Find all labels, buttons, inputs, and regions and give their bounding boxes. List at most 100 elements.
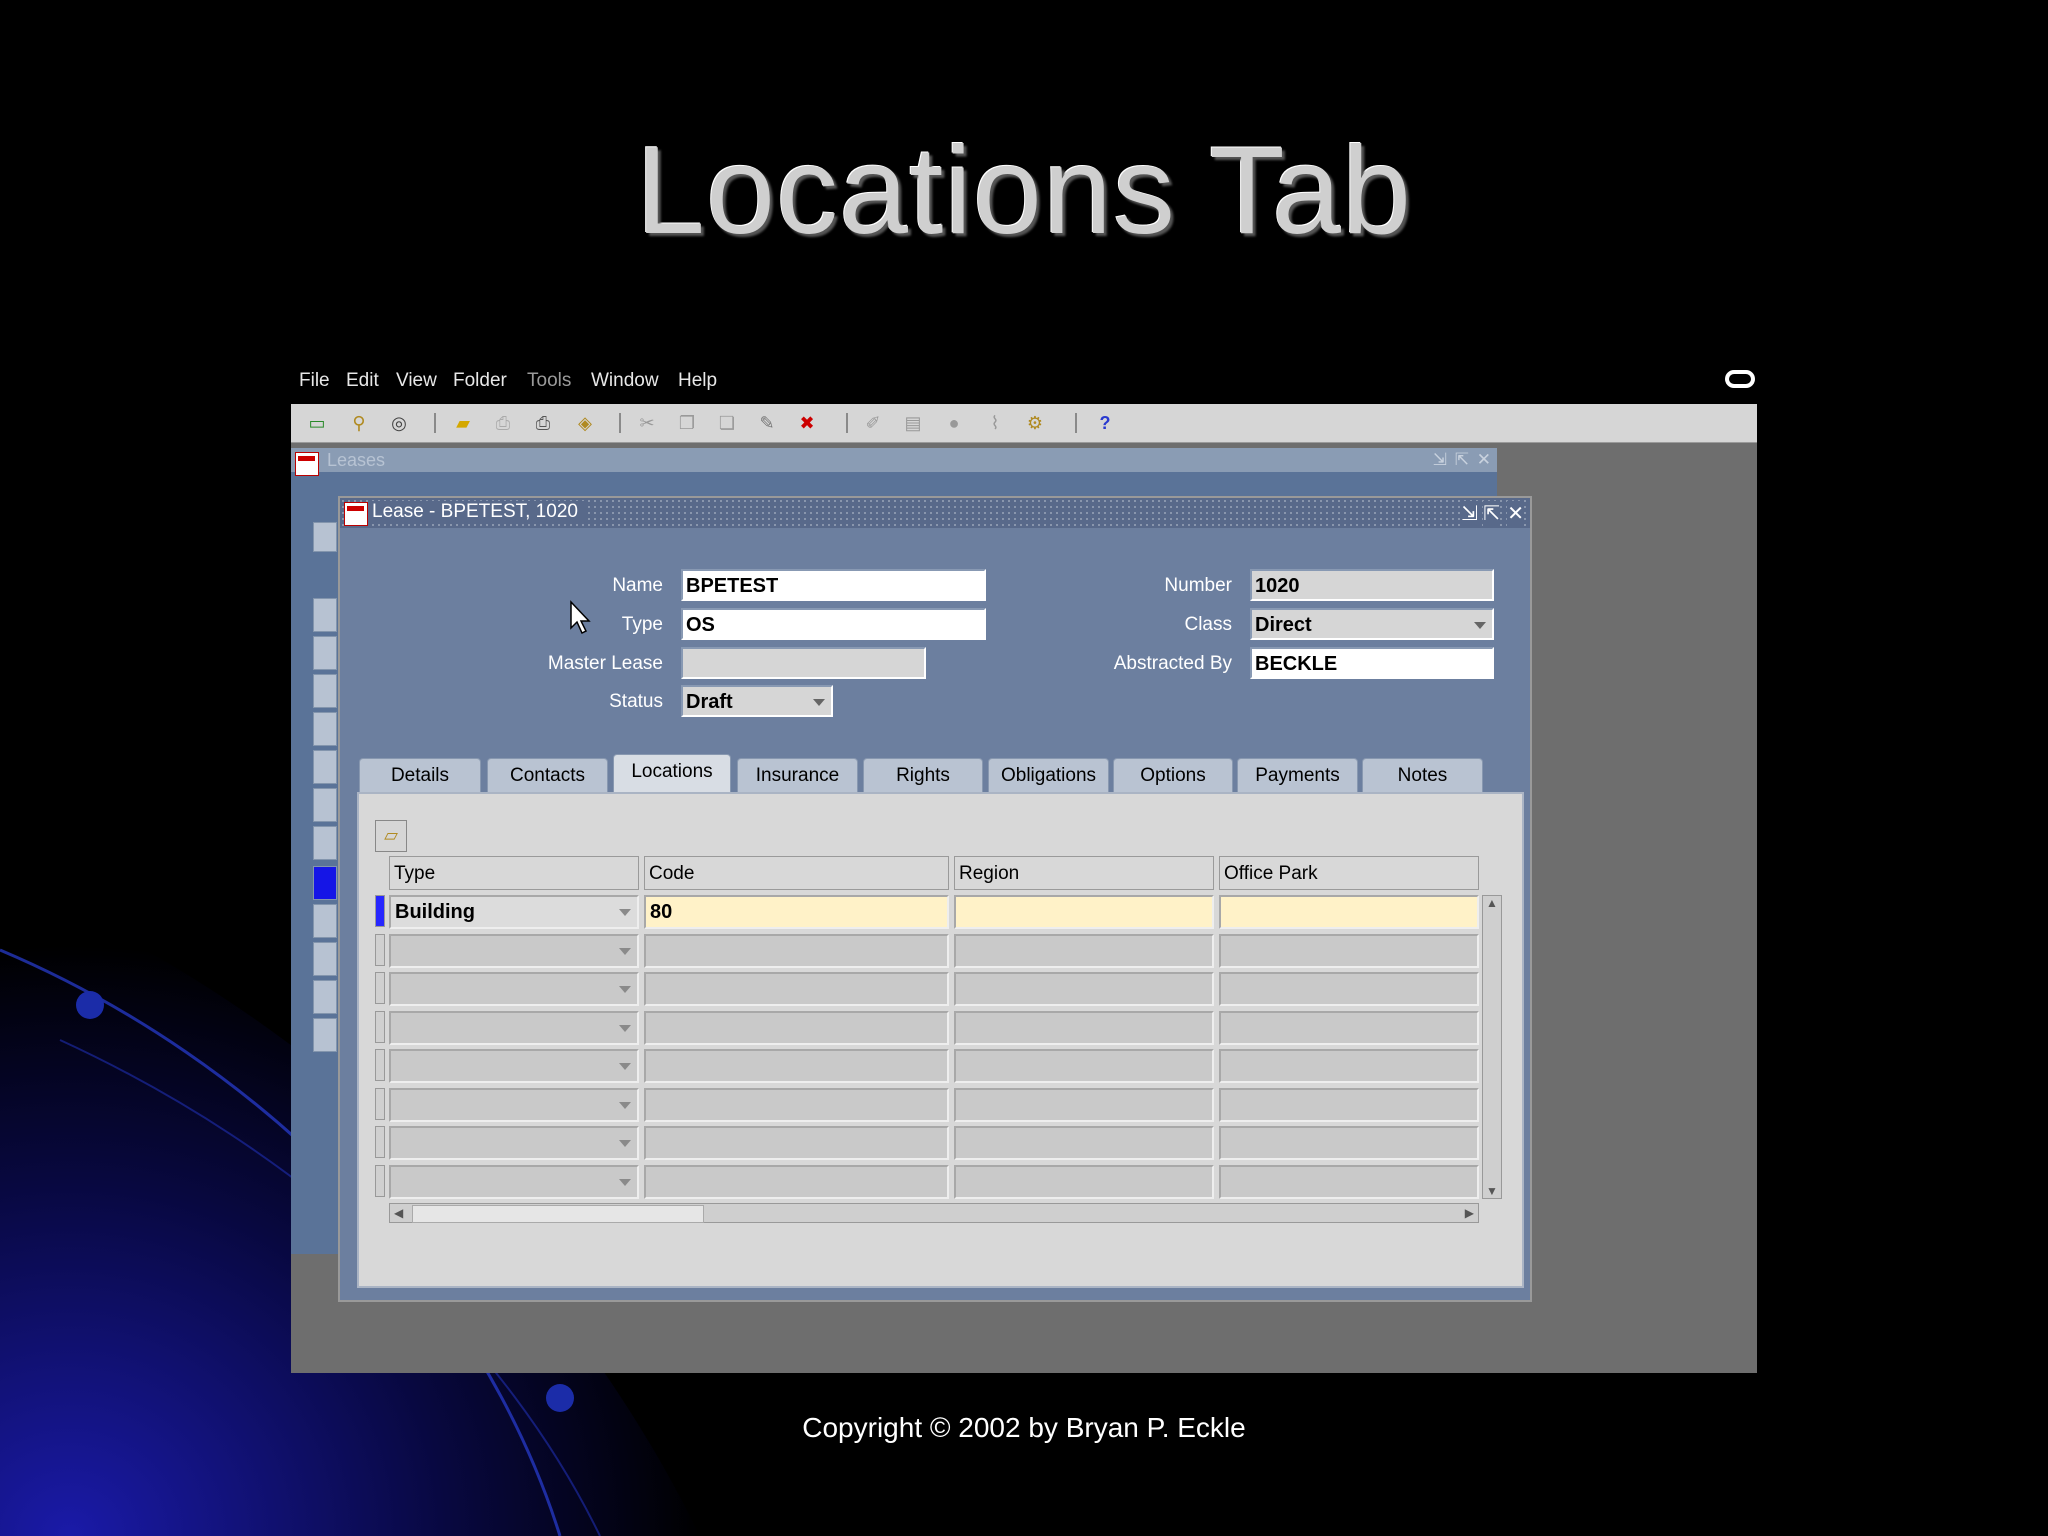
column-header-region[interactable]: Region [954,856,1214,890]
region-cell[interactable] [954,933,1214,968]
region-cell[interactable] [954,972,1214,1006]
tab-contacts[interactable]: Contacts [487,758,608,792]
row-indicator[interactable] [375,1010,385,1043]
tab-details[interactable]: Details [359,758,481,792]
type-cell[interactable] [389,1126,639,1160]
menu-view[interactable]: View [396,370,437,392]
region-cell[interactable] [954,1049,1214,1083]
row-indicator[interactable] [375,1087,385,1120]
code-cell[interactable] [644,933,949,968]
type-cell[interactable] [389,933,639,968]
maximize-icon[interactable]: ⇱ [1455,450,1469,470]
column-header-office-park[interactable]: Office Park [1219,856,1479,890]
name-field[interactable]: BPETEST [681,569,986,601]
chevron-down-icon[interactable] [619,1024,631,1032]
cut-icon[interactable]: ✂ [635,412,659,434]
chevron-down-icon[interactable] [619,1140,631,1147]
office-park-cell[interactable] [1219,895,1479,929]
folder-open-icon[interactable]: ▱ [375,820,407,852]
tab-notes[interactable]: Notes [1362,758,1483,792]
office-park-cell[interactable] [1219,972,1479,1006]
folder-tools-icon[interactable]: ● [942,412,966,434]
save-icon[interactable]: ▰ [451,412,475,434]
translations-icon[interactable]: ✐ [861,412,885,434]
row-indicator[interactable] [375,895,385,927]
leases-side-button[interactable] [313,980,337,1014]
status-dropdown[interactable]: Draft [681,685,833,717]
row-indicator[interactable] [375,1126,385,1158]
menu-edit[interactable]: Edit [346,370,379,392]
tab-locations[interactable]: Locations [613,754,731,792]
leases-side-button[interactable] [313,750,337,784]
leases-side-button[interactable] [313,788,337,822]
type-cell[interactable]: Building [389,895,639,929]
code-cell[interactable] [644,1126,949,1160]
code-cell[interactable] [644,1164,949,1199]
new-record-icon[interactable]: ▭ [305,412,329,434]
maximize-icon[interactable]: ⇱ [1483,501,1500,526]
settings-icon[interactable]: ⚙ [1023,412,1047,434]
master-lease-field[interactable] [681,647,926,679]
region-cell[interactable] [954,1010,1214,1045]
type-cell[interactable] [389,1049,639,1083]
leases-side-button[interactable] [313,636,337,670]
clear-record-icon[interactable]: ✖ [795,412,819,434]
close-icon[interactable]: ✕ [1507,501,1524,526]
paste-icon[interactable]: ❏ [715,412,739,434]
minimize-icon[interactable]: ⇲ [1461,501,1478,526]
horizontal-scrollbar[interactable]: ◀ ▶ [389,1203,1479,1223]
leases-side-button[interactable] [313,942,337,976]
print-icon[interactable]: ⎙ [491,412,515,434]
region-cell[interactable] [954,1087,1214,1122]
chevron-down-icon[interactable] [619,909,631,916]
type-field[interactable]: OS [681,608,986,640]
leases-side-button[interactable] [313,674,337,708]
find-icon[interactable]: ⚲ [347,412,371,434]
tab-options[interactable]: Options [1113,758,1233,792]
number-field[interactable]: 1020 [1250,569,1494,601]
code-cell[interactable] [644,1049,949,1083]
clip-icon[interactable]: ⌇ [983,412,1007,434]
horizontal-scroll-thumb[interactable] [412,1205,704,1223]
scroll-up-icon[interactable]: ▲ [1486,896,1498,910]
office-park-cell[interactable] [1219,933,1479,968]
code-cell[interactable] [644,972,949,1006]
type-cell[interactable] [389,1087,639,1122]
type-cell[interactable] [389,1010,639,1045]
office-park-cell[interactable] [1219,1164,1479,1199]
code-cell[interactable] [644,1010,949,1045]
help-icon[interactable]: ? [1093,412,1117,434]
code-cell[interactable]: 80 [644,895,949,929]
leases-side-button[interactable] [313,904,337,938]
leases-side-button[interactable] [313,1018,337,1052]
row-indicator[interactable] [375,1049,385,1081]
class-dropdown[interactable]: Direct [1250,608,1494,640]
menu-tools[interactable]: Tools [527,370,571,392]
row-indicator[interactable] [375,1164,385,1197]
vertical-scrollbar[interactable]: ▲ ▼ [1482,895,1502,1199]
attachments-icon[interactable]: ▤ [901,412,925,434]
copy-icon[interactable]: ❐ [675,412,699,434]
leases-folder-button[interactable] [313,522,337,552]
leases-side-button-active[interactable] [313,866,337,900]
type-cell[interactable] [389,1164,639,1199]
navigator-icon[interactable]: ◎ [387,412,411,434]
office-park-cell[interactable] [1219,1087,1479,1122]
office-park-cell[interactable] [1219,1010,1479,1045]
code-cell[interactable] [644,1087,949,1122]
tab-insurance[interactable]: Insurance [737,758,858,792]
chevron-down-icon[interactable] [619,1178,631,1186]
row-indicator[interactable] [375,933,385,966]
abstracted-by-field[interactable]: BECKLE [1250,647,1494,679]
row-indicator[interactable] [375,972,385,1004]
region-cell[interactable] [954,1126,1214,1160]
chevron-down-icon[interactable] [619,1063,631,1070]
leases-side-button[interactable] [313,712,337,746]
scroll-right-icon[interactable]: ▶ [1465,1206,1474,1220]
tab-rights[interactable]: Rights [863,758,983,792]
chevron-down-icon[interactable] [619,947,631,955]
menu-help[interactable]: Help [678,370,717,392]
tab-obligations[interactable]: Obligations [988,758,1109,792]
scroll-left-icon[interactable]: ◀ [394,1206,403,1220]
edit-field-icon[interactable]: ✎ [755,412,779,434]
